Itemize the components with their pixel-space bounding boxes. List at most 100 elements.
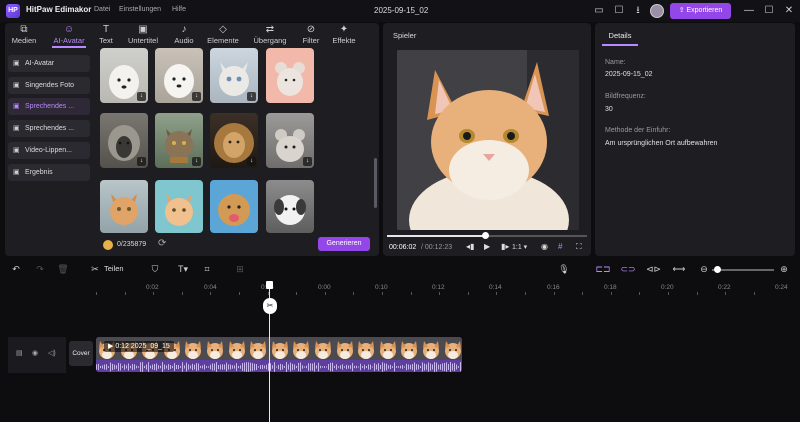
zoom-slider-knob[interactable]	[714, 266, 721, 273]
mute-icon[interactable]: ◁)	[48, 349, 56, 357]
cover-button[interactable]: Cover	[69, 341, 93, 366]
photo-icon: ▣	[13, 82, 20, 89]
sidebar-item-ai-avatar[interactable]: ▣ AI-Avatar	[8, 55, 90, 72]
waveform-bar	[282, 364, 283, 370]
avatar[interactable]	[650, 4, 664, 18]
track-video-icon[interactable]: ▤	[16, 349, 23, 357]
play-icon[interactable]: ▶	[484, 242, 490, 251]
waveform-bar	[314, 362, 315, 372]
menu-hilfe[interactable]: Hilfe	[172, 6, 186, 13]
feedback-icon[interactable]: ☐	[612, 4, 626, 18]
waveform-bar	[252, 363, 253, 371]
waveform-bar	[134, 364, 135, 370]
waveform-bar	[292, 363, 293, 371]
zoom-in-icon[interactable]: ⊕	[777, 263, 791, 275]
tab-subtitle[interactable]: ▣ Untertitel	[125, 24, 161, 48]
close-icon[interactable]: ✕	[782, 4, 796, 18]
gallery-item[interactable]	[210, 180, 258, 233]
download-icon[interactable]: ↓	[303, 157, 312, 166]
tab-elements[interactable]: ◇ Elemente	[205, 24, 241, 48]
menu-einstellungen[interactable]: Einstellungen	[119, 6, 161, 13]
waveform-bar	[152, 364, 153, 370]
next-frame-icon[interactable]: ▮▸	[501, 242, 509, 251]
sidebar-item-talking-photo[interactable]: ▣ Sprechendes ...	[8, 98, 90, 115]
fullscreen-icon[interactable]: ⛶	[576, 242, 582, 252]
gallery-item[interactable]: ↓	[210, 48, 258, 103]
undo-icon[interactable]: ↶	[9, 263, 23, 275]
waveform-bar	[130, 365, 131, 369]
download-icon[interactable]: ↓	[247, 157, 256, 166]
gallery-item[interactable]: ↓	[100, 113, 148, 168]
visibility-icon[interactable]: ◉	[32, 349, 38, 357]
download-icon[interactable]: ↓	[247, 92, 256, 101]
waveform-bar	[170, 365, 171, 369]
download-icon[interactable]: ↓	[192, 157, 201, 166]
download-icon[interactable]: ↓	[137, 92, 146, 101]
microphone-icon[interactable]: 🎙	[557, 263, 571, 275]
tab-effects[interactable]: ✦ Effekte	[326, 24, 362, 48]
grid-icon[interactable]: #	[558, 242, 562, 251]
current-time: 00:06:02	[389, 244, 417, 251]
download-icon[interactable]: ↓	[137, 157, 146, 166]
tab-media[interactable]: ⧉ Medien	[6, 24, 42, 48]
playback-progress-knob[interactable]	[482, 232, 489, 239]
gallery-item[interactable]: ↓	[210, 113, 258, 168]
export-button[interactable]: ⇪ Exportieren	[670, 3, 731, 19]
text-template-icon[interactable]: T▾	[174, 263, 192, 275]
waveform-bar	[266, 364, 267, 370]
minimize-icon[interactable]: —	[742, 4, 756, 18]
tab-details[interactable]: Details	[602, 26, 638, 46]
shield-icon[interactable]: ⛉	[148, 263, 162, 275]
playhead-knob[interactable]	[266, 281, 273, 289]
snap-icon[interactable]: ⊏⊐	[595, 263, 611, 275]
maximize-icon[interactable]: ☐	[762, 4, 776, 18]
gallery-item[interactable]	[266, 180, 314, 233]
gallery-scrollbar[interactable]	[374, 158, 377, 208]
waveform-bar	[354, 365, 355, 369]
video-preview[interactable]	[397, 50, 579, 230]
redo-icon[interactable]: ↷	[33, 263, 47, 275]
split-audio-icon[interactable]: ⊲⊳	[646, 263, 661, 275]
sidebar-item-singing-photo[interactable]: ▣ Singendes Foto	[8, 77, 90, 94]
tab-filter[interactable]: ⊘ Filter	[293, 24, 329, 48]
tab-ai-avatar[interactable]: ☺ AI-Avatar	[51, 24, 87, 48]
fit-icon[interactable]: ⟷	[672, 263, 686, 275]
download-icon[interactable]: ↓	[192, 92, 201, 101]
gallery-item[interactable]: ↓	[266, 113, 314, 168]
waveform-bar	[302, 365, 303, 369]
split-button[interactable]: Teilen	[104, 264, 124, 273]
link-icon[interactable]: ⊂⊃	[620, 263, 636, 275]
refresh-icon[interactable]: ⟳	[158, 238, 166, 249]
tab-audio[interactable]: ♪ Audio	[166, 24, 202, 48]
timeline-ruler[interactable]	[96, 281, 800, 297]
split-icon[interactable]: ✂	[88, 263, 102, 275]
ruler-tick	[439, 292, 441, 295]
aspect-ratio-select[interactable]: 1:1 ▾	[512, 243, 527, 251]
prev-frame-icon[interactable]: ◂▮	[466, 242, 474, 251]
zoom-out-icon[interactable]: ⊖	[697, 263, 711, 275]
tab-text[interactable]: T Text	[88, 24, 124, 48]
camera-icon[interactable]: ◉	[541, 242, 548, 251]
gallery-item[interactable]	[100, 180, 148, 233]
menu-datei[interactable]: Datei	[94, 6, 110, 13]
layout-icon[interactable]: ▭	[592, 4, 606, 18]
zoom-slider[interactable]	[712, 269, 774, 271]
gallery-item[interactable]: ↓	[155, 113, 203, 168]
active-tab-indicator	[52, 46, 86, 48]
export-clip-icon[interactable]: ⊞	[233, 263, 247, 275]
tab-transition[interactable]: ⇄ Übergang	[252, 24, 288, 48]
scissors-icon[interactable]: ✂	[263, 298, 277, 314]
sidebar-item-talking-video[interactable]: ▣ Sprechendes ...	[8, 120, 90, 137]
gallery-item[interactable]: ↓	[155, 48, 203, 103]
gallery-item[interactable]	[266, 48, 314, 103]
gallery-item[interactable]	[155, 180, 203, 233]
waveform-bar	[452, 363, 453, 371]
waveform-bar	[326, 366, 327, 368]
sidebar-item-lip-sync[interactable]: ▣ Video-Lippen...	[8, 142, 90, 159]
download-icon[interactable]: ⭳	[631, 4, 645, 18]
sidebar-item-result[interactable]: ▣ Ergebnis	[8, 164, 90, 181]
delete-icon[interactable]: 🗑	[56, 263, 70, 275]
gallery-item[interactable]: ↓	[100, 48, 148, 103]
generate-button[interactable]: Generieren	[318, 237, 370, 251]
crop-icon[interactable]: ⌗	[200, 263, 214, 275]
